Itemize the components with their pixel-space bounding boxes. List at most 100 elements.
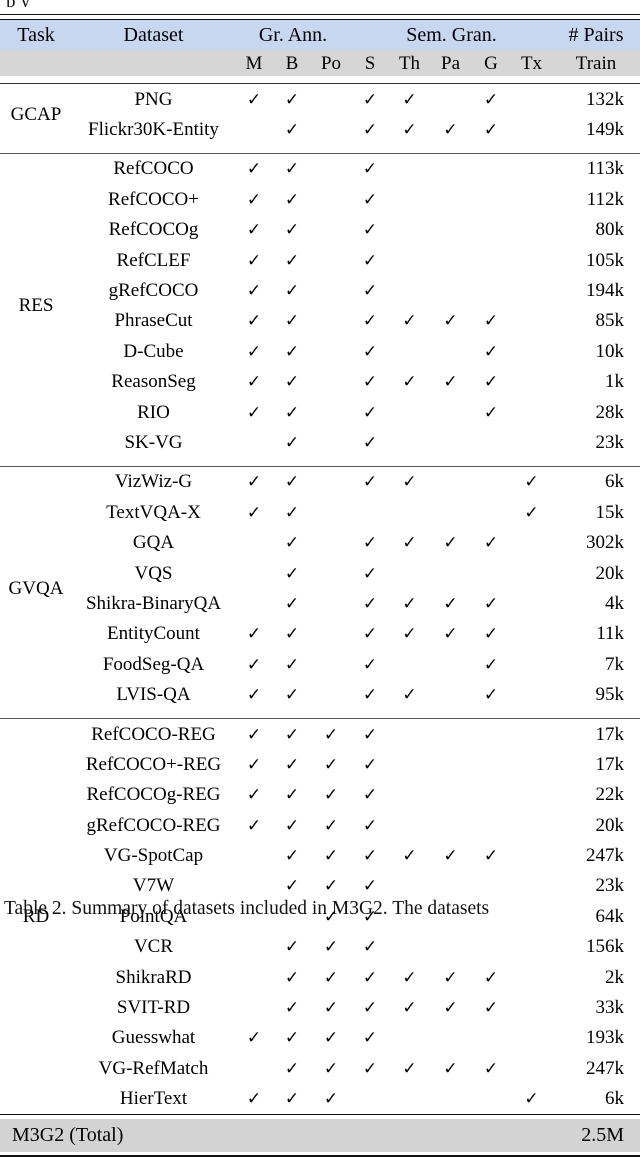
- check-icon: ✓: [362, 89, 378, 110]
- cell-empty-po: [311, 367, 351, 397]
- check-icon-pa: ✓: [430, 992, 471, 1022]
- column-group-rule: [552, 76, 640, 84]
- cell-empty-po: [311, 427, 351, 457]
- cell-empty-g: [471, 810, 511, 840]
- check-icon: ✓: [362, 967, 378, 988]
- cell-empty-tx: [511, 397, 552, 427]
- dataset-name: D-Cube: [123, 340, 184, 362]
- check-icon-b: ✓: [273, 558, 311, 588]
- cell-empty-tx: [511, 1023, 552, 1053]
- check-icon: ✓: [362, 654, 378, 675]
- check-icon: ✓: [524, 502, 539, 523]
- check-icon: ✓: [362, 341, 378, 362]
- pairs-count: 193k: [586, 1027, 624, 1049]
- cell-empty-g: [471, 780, 511, 810]
- cell-empty-th: [389, 184, 430, 214]
- check-icon-g: ✓: [471, 619, 511, 649]
- check-icon-b: ✓: [273, 962, 311, 992]
- check-icon-s: ✓: [351, 558, 389, 588]
- column-group-rule: [235, 76, 351, 84]
- dataset-name: gRefCOCO-REG: [86, 814, 221, 836]
- check-icon-g: ✓: [471, 1053, 511, 1083]
- check-icon: ✓: [443, 311, 458, 332]
- check-icon-m: ✓: [235, 397, 273, 427]
- pairs-count: 113k: [586, 158, 624, 180]
- check-icon: ✓: [443, 846, 458, 867]
- cell-empty-th: [389, 245, 430, 275]
- cell-empty-tx: [511, 749, 552, 779]
- check-icon: ✓: [362, 402, 378, 423]
- pairs-count: 95k: [595, 684, 625, 706]
- cell-empty-pa: [430, 1023, 471, 1053]
- check-icon-s: ✓: [351, 810, 389, 840]
- cell-empty-pa: [430, 780, 471, 810]
- check-icon-s: ✓: [351, 84, 389, 115]
- pairs-count: 6k: [605, 471, 624, 493]
- pairs-count: 1k: [605, 371, 624, 393]
- check-icon: ✓: [284, 1089, 300, 1110]
- table-row: RefCOCO+-REG ✓ ✓ ✓ ✓ 17k: [0, 749, 640, 779]
- check-icon-b: ✓: [273, 679, 311, 709]
- dataset-name: ReasonSeg: [111, 371, 196, 393]
- check-icon: ✓: [483, 341, 499, 362]
- check-icon: ✓: [284, 533, 300, 554]
- check-icon: ✓: [483, 624, 499, 645]
- section-rule: [0, 709, 235, 719]
- check-icon: ✓: [323, 1058, 339, 1079]
- cell-empty-g: [471, 749, 511, 779]
- pairs-count: 28k: [595, 401, 625, 423]
- check-icon: ✓: [323, 754, 339, 775]
- check-icon-b: ✓: [273, 367, 311, 397]
- table-row: GVQA VizWiz-G ✓ ✓ ✓ ✓ ✓ 6k: [0, 466, 640, 597]
- check-icon-po: ✓: [311, 840, 351, 870]
- table-row: ReasonSeg ✓ ✓ ✓ ✓ ✓ ✓ 1k: [0, 367, 640, 397]
- column-header-tx: Tx: [511, 50, 552, 76]
- cell-empty-m: [235, 932, 273, 962]
- pairs-count: 4k: [605, 592, 624, 614]
- check-icon: ✓: [362, 937, 378, 958]
- check-icon-po: ✓: [311, 810, 351, 840]
- cell-empty-po: [311, 245, 351, 275]
- cell-empty-g: [471, 871, 511, 901]
- cell-empty-tx: [511, 840, 552, 870]
- column-group-header: Task: [0, 20, 72, 50]
- check-icon-m: ✓: [235, 497, 273, 527]
- check-icon-s: ✓: [351, 397, 389, 427]
- cell-empty-tx: [511, 306, 552, 336]
- cell-empty-po: [311, 114, 351, 144]
- check-icon-b: ✓: [273, 306, 311, 336]
- cell-empty-th: [389, 397, 430, 427]
- check-icon: ✓: [402, 846, 417, 867]
- table-row: TextVQA-X ✓ ✓ ✓ 15k: [0, 497, 640, 527]
- check-icon-po: ✓: [311, 1053, 351, 1083]
- task-group-label: RES: [18, 295, 54, 317]
- check-icon: ✓: [362, 1058, 378, 1079]
- cell-empty-g: [471, 1023, 511, 1053]
- check-icon-m: ✓: [235, 718, 273, 749]
- check-icon: ✓: [284, 220, 300, 241]
- column-header-b: B: [273, 50, 311, 76]
- check-icon: ✓: [362, 250, 378, 271]
- dataset-name: LVIS-QA: [116, 684, 191, 706]
- check-icon-s: ✓: [351, 780, 389, 810]
- check-icon: ✓: [323, 967, 339, 988]
- check-icon-g: ✓: [471, 336, 511, 366]
- check-icon: ✓: [284, 311, 300, 332]
- cell-empty-pa: [430, 84, 471, 115]
- pairs-count: 105k: [586, 249, 624, 271]
- table-row: VQS ✓ ✓ 20k: [0, 558, 640, 588]
- column-header-g: G: [471, 50, 511, 76]
- column-group-header: Dataset: [72, 20, 235, 50]
- check-icon: ✓: [483, 372, 499, 393]
- cell-empty-g: [471, 153, 511, 184]
- check-icon: ✓: [246, 724, 262, 745]
- check-icon: ✓: [402, 533, 417, 554]
- check-icon: ✓: [483, 998, 499, 1019]
- check-icon: ✓: [483, 593, 499, 614]
- pairs-count: 17k: [595, 753, 625, 775]
- cell-empty-pa: [430, 810, 471, 840]
- dataset-name: HierText: [119, 1088, 188, 1110]
- column-header-po: Po: [311, 50, 351, 76]
- section-rule: [552, 144, 640, 154]
- check-icon-b: ✓: [273, 749, 311, 779]
